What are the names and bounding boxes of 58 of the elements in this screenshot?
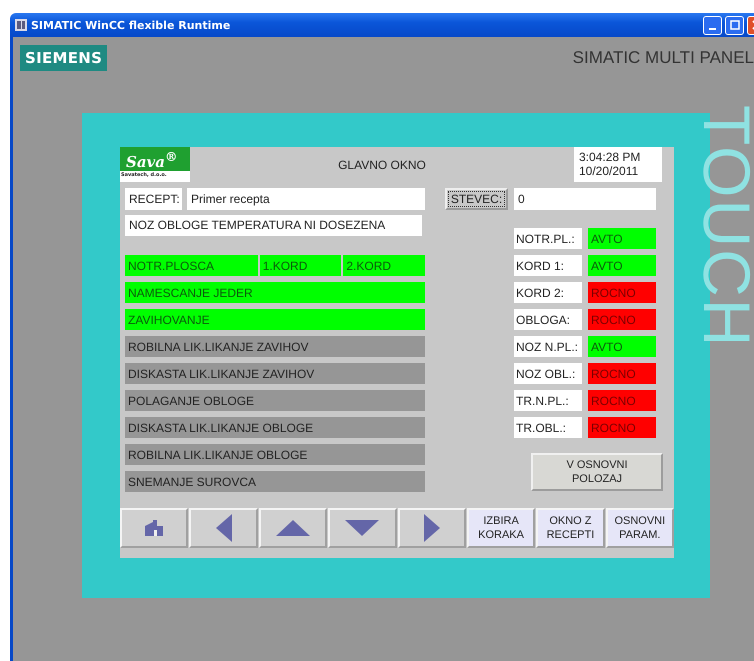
nav-button[interactable]: OSNOVNI PARAM. (606, 508, 674, 548)
alarm-message: NOZ OBLOGE TEMPERATURA NI DOSEZENA (125, 215, 422, 236)
home-position-button[interactable]: V OSNOVNI POLOZAJ (531, 453, 663, 491)
nav-button[interactable] (258, 508, 328, 548)
recipe-field: Primer recepta (187, 188, 425, 210)
mode-indicator: ROCNO (588, 363, 656, 384)
mode-label: OBLOGA: (514, 309, 582, 330)
panel-model: SIMATIC MULTI PANEL (572, 48, 754, 68)
mode-indicator: AVTO (588, 255, 656, 276)
maximize-icon (730, 20, 740, 30)
mode-label: KORD 1: (514, 255, 582, 276)
mode-indicator: ROCNO (588, 309, 656, 330)
step-indicator: SNEMANJE SUROVCA (125, 471, 425, 492)
step-indicator: ZAVIHOVANJE (125, 309, 425, 330)
up-arrow-icon (276, 520, 310, 536)
app-icon (14, 18, 28, 32)
nav-button[interactable]: OKNO Z RECEPTI (536, 508, 605, 548)
step-indicator: ROBILNA LIK.LIKANJE OBLOGE (125, 444, 425, 465)
down-arrow-icon (345, 520, 380, 536)
touch-label: TOUCH (689, 105, 754, 348)
brand-logo: SIEMENS (20, 45, 108, 71)
nav-button[interactable] (398, 508, 466, 548)
mode-label: NOZ N.PL.: (514, 336, 582, 357)
screen-title: GLAVNO OKNO (337, 157, 427, 174)
mode-indicator: ROCNO (588, 282, 656, 303)
maximize-button[interactable] (725, 16, 744, 34)
mode-label: NOTR.PL.: (514, 228, 582, 249)
nav-button[interactable] (120, 508, 188, 548)
step-indicator: 1.KORD (260, 255, 342, 276)
house-icon (145, 520, 164, 536)
nav-button[interactable] (328, 508, 396, 548)
step-indicator: 2.KORD (343, 255, 425, 276)
clock-display: 3:04:28 PM 10/20/2011 (574, 147, 662, 182)
mode-indicator: AVTO (588, 228, 656, 249)
mode-label: TR.OBL.: (514, 417, 582, 438)
mode-label: TR.N.PL.: (514, 390, 582, 411)
mode-label: NOZ OBL.: (514, 363, 582, 384)
counter-button[interactable]: STEVEC: (445, 188, 508, 210)
nav-button[interactable] (189, 508, 258, 548)
window-title: SIMATIC WinCC flexible Runtime (31, 18, 232, 32)
mode-label: KORD 2: (514, 282, 582, 303)
company-logo: Sava$^{®}$ (120, 147, 190, 171)
step-indicator: DISKASTA LIK.LIKANJE OBLOGE (125, 417, 425, 438)
mode-indicator: ROCNO (588, 390, 656, 411)
step-indicator: DISKASTA LIK.LIKANJE ZAVIHOV (125, 363, 425, 384)
nav-button[interactable]: IZBIRA KORAKA (466, 508, 536, 548)
step-indicator: POLAGANJE OBLOGE (125, 390, 425, 411)
mode-indicator: ROCNO (588, 417, 656, 438)
mode-indicator: AVTO (588, 336, 656, 357)
step-indicator: ROBILNA LIK.LIKANJE ZAVIHOV (125, 336, 425, 357)
minimize-icon (709, 28, 716, 30)
recipe-label: RECEPT: (125, 188, 182, 210)
step-indicator: NAMESCANJE JEDER (125, 282, 425, 303)
minimize-button[interactable] (703, 16, 722, 34)
step-indicator: NOTR.PLOSCA (125, 255, 258, 276)
counter-field: 0 (514, 188, 656, 210)
left-arrow-icon (216, 514, 232, 542)
right-arrow-icon (424, 514, 440, 542)
